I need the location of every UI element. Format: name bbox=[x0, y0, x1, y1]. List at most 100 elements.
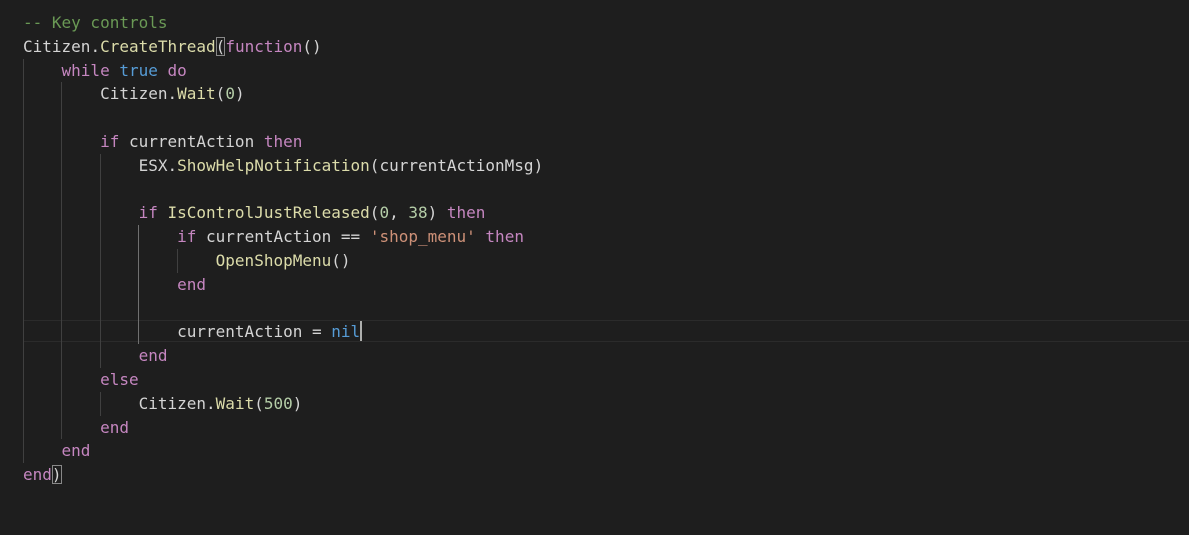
code-token: ) bbox=[427, 203, 438, 223]
code-token: ESX bbox=[138, 155, 168, 175]
code-line[interactable]: Citizen.Wait(0) bbox=[23, 82, 245, 106]
code-token: ( bbox=[254, 393, 264, 413]
code-token: CreateThread bbox=[100, 36, 216, 56]
code-token: end bbox=[61, 441, 91, 461]
code-token: ( bbox=[302, 36, 313, 56]
code-line[interactable]: if currentAction then bbox=[23, 130, 302, 154]
code-token: currentAction bbox=[128, 132, 255, 151]
code-token: 0 bbox=[225, 84, 235, 104]
code-token: do bbox=[167, 60, 187, 80]
code-token: Wait bbox=[177, 84, 216, 104]
code-token: currentAction bbox=[177, 322, 303, 342]
code-token: nil bbox=[331, 322, 361, 342]
code-token: end bbox=[138, 346, 168, 366]
code-token: 500 bbox=[263, 393, 293, 413]
code-token: . bbox=[90, 36, 101, 56]
code-token: if bbox=[138, 203, 158, 223]
code-token: then bbox=[446, 203, 486, 223]
code-token: true bbox=[119, 60, 158, 80]
code-token: then bbox=[485, 227, 524, 247]
code-token: Citizen bbox=[23, 36, 91, 56]
code-line[interactable]: -- Key controls bbox=[23, 11, 168, 35]
code-line[interactable]: if currentAction == 'shop_menu' then bbox=[23, 225, 524, 249]
code-line[interactable]: end bbox=[23, 344, 168, 368]
code-line[interactable]: OpenShopMenu() bbox=[23, 249, 351, 273]
code-line[interactable]: while true do bbox=[23, 59, 187, 83]
code-token: if bbox=[100, 132, 120, 151]
code-token: 0 bbox=[379, 203, 390, 223]
code-line[interactable]: Citizen.CreateThread(function() bbox=[23, 35, 322, 59]
code-token: OpenShopMenu bbox=[215, 251, 332, 270]
code-token: . bbox=[167, 84, 178, 104]
code-line[interactable]: Citizen.Wait(500) bbox=[23, 392, 303, 416]
code-token: while bbox=[61, 60, 110, 80]
code-token: -- Key controls bbox=[23, 13, 168, 32]
code-token: currentAction bbox=[206, 227, 332, 247]
code-line[interactable]: end bbox=[23, 439, 91, 463]
code-line[interactable]: end bbox=[23, 273, 206, 297]
code-token: 'shop_menu' bbox=[369, 227, 476, 247]
code-token: ) bbox=[533, 155, 544, 175]
code-token: end bbox=[23, 465, 52, 485]
code-line[interactable]: if IsControlJustReleased(0, 38) then bbox=[23, 201, 486, 225]
code-token: ShowHelpNotification bbox=[177, 155, 370, 175]
code-token: Citizen bbox=[100, 84, 168, 104]
code-line[interactable]: end) bbox=[23, 463, 62, 487]
code-token: . bbox=[206, 393, 216, 413]
code-token: ) bbox=[292, 393, 303, 413]
code-line[interactable]: ESX.ShowHelpNotification(currentActionMs… bbox=[23, 154, 544, 178]
code-token: then bbox=[263, 132, 303, 151]
code-token: . bbox=[167, 155, 178, 175]
code-token: ) bbox=[234, 84, 245, 104]
code-token: ) bbox=[340, 251, 351, 270]
code-line[interactable]: currentAction = nil bbox=[23, 320, 363, 344]
code-line[interactable]: end bbox=[23, 416, 129, 440]
code-token: end bbox=[177, 274, 207, 294]
code-token: ( bbox=[369, 203, 380, 223]
code-token: , bbox=[389, 203, 399, 223]
code-token: ) bbox=[51, 465, 62, 485]
code-line[interactable]: else bbox=[23, 368, 139, 392]
code-token: end bbox=[100, 417, 129, 437]
code-token: ( bbox=[331, 251, 341, 270]
code-token: currentActionMsg bbox=[379, 155, 534, 175]
text-cursor bbox=[360, 321, 363, 342]
code-token: IsControlJustReleased bbox=[167, 203, 370, 223]
code-token: function bbox=[225, 36, 303, 56]
code-token: == bbox=[340, 227, 361, 247]
code-token: ( bbox=[369, 155, 380, 175]
code-editor[interactable]: -- Key controls Citizen.CreateThread(func… bbox=[0, 0, 1189, 535]
code-token: Wait bbox=[215, 393, 255, 413]
code-token: ( bbox=[215, 36, 226, 56]
code-token: else bbox=[100, 370, 139, 389]
code-token: if bbox=[177, 227, 197, 247]
code-token: ( bbox=[215, 84, 226, 104]
code-token: 38 bbox=[408, 203, 428, 223]
